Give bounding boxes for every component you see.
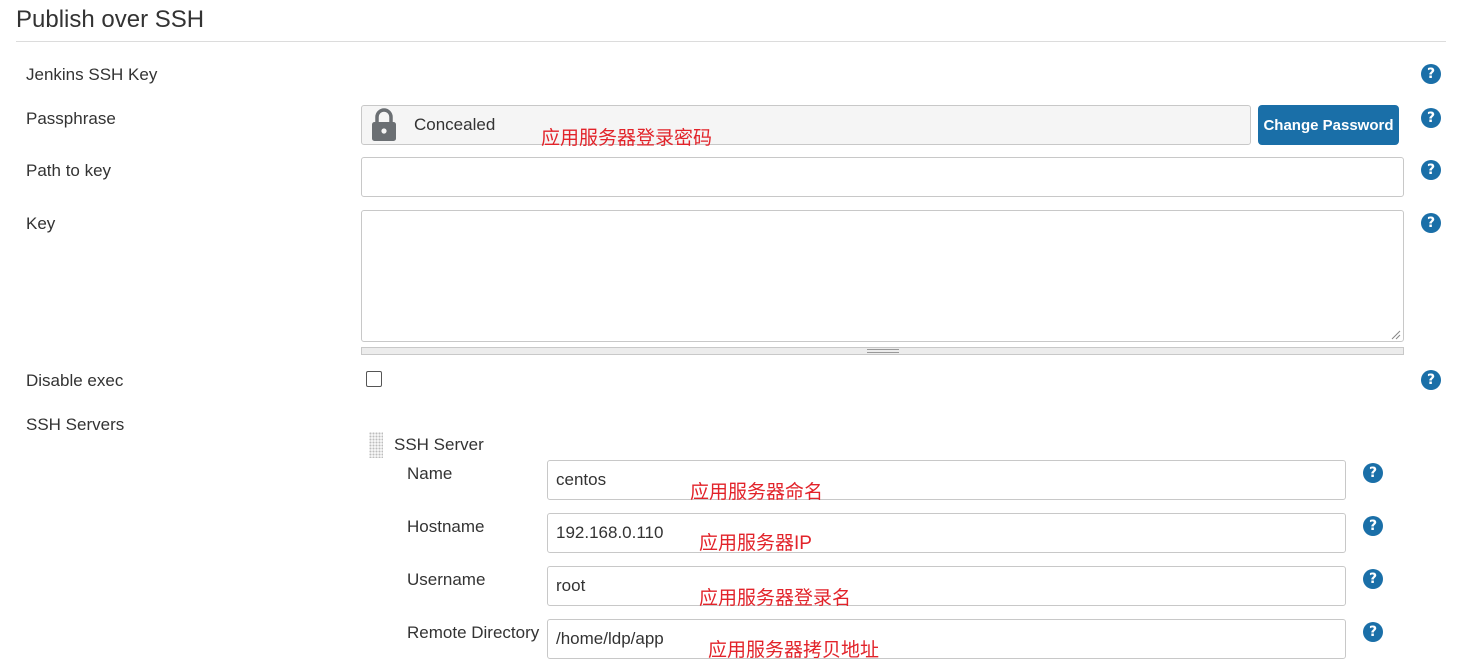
server-name-annotation: 应用服务器命名 <box>690 482 824 503</box>
remote-directory-annotation: 应用服务器拷贝地址 <box>708 640 880 661</box>
path-to-key-input[interactable] <box>361 157 1404 197</box>
section-divider <box>16 41 1446 42</box>
help-icon[interactable]: ? <box>1421 108 1441 128</box>
help-icon[interactable]: ? <box>1363 516 1383 536</box>
server-name-label: Name <box>407 464 453 483</box>
disable-exec-checkbox[interactable] <box>366 371 382 387</box>
change-password-button[interactable]: Change Password <box>1258 105 1399 145</box>
passphrase-annotation: 应用服务器登录密码 <box>541 128 713 149</box>
hostname-annotation: 应用服务器IP <box>699 533 812 554</box>
help-icon[interactable]: ? <box>1363 622 1383 642</box>
path-to-key-label: Path to key <box>26 161 112 180</box>
textarea-resize-bar[interactable] <box>361 347 1404 355</box>
hostname-input[interactable]: 192.168.0.110 <box>547 513 1346 553</box>
remote-directory-input[interactable]: /home/ldp/app <box>547 619 1346 659</box>
help-icon[interactable]: ? <box>1363 463 1383 483</box>
username-label: Username <box>407 570 486 589</box>
remote-directory-label: Remote Directory <box>407 623 540 642</box>
passphrase-status: Concealed <box>414 115 496 134</box>
server-name-input[interactable]: centos <box>547 460 1346 500</box>
help-icon[interactable]: ? <box>1363 569 1383 589</box>
lock-icon <box>370 107 398 143</box>
ssh-servers-label: SSH Servers <box>26 415 125 434</box>
username-annotation: 应用服务器登录名 <box>699 588 852 609</box>
ssh-server-title: SSH Server <box>394 435 484 454</box>
resize-handle-icon <box>867 349 899 353</box>
help-icon[interactable]: ? <box>1421 160 1441 180</box>
help-icon[interactable]: ? <box>1421 64 1441 84</box>
username-input[interactable]: root <box>547 566 1346 606</box>
key-label: Key <box>26 214 56 233</box>
hostname-label: Hostname <box>407 517 485 536</box>
help-icon[interactable]: ? <box>1421 370 1441 390</box>
jenkins-ssh-key-label: Jenkins SSH Key <box>26 65 158 84</box>
passphrase-label: Passphrase <box>26 109 116 128</box>
drag-handle-icon[interactable] <box>369 432 383 458</box>
textarea-resize-grip[interactable] <box>1389 327 1401 340</box>
section-title: Publish over SSH <box>16 6 205 33</box>
key-textarea[interactable] <box>361 210 1404 342</box>
disable-exec-label: Disable exec <box>26 371 124 390</box>
help-icon[interactable]: ? <box>1421 213 1441 233</box>
passphrase-concealed-field: Concealed <box>361 105 1251 145</box>
